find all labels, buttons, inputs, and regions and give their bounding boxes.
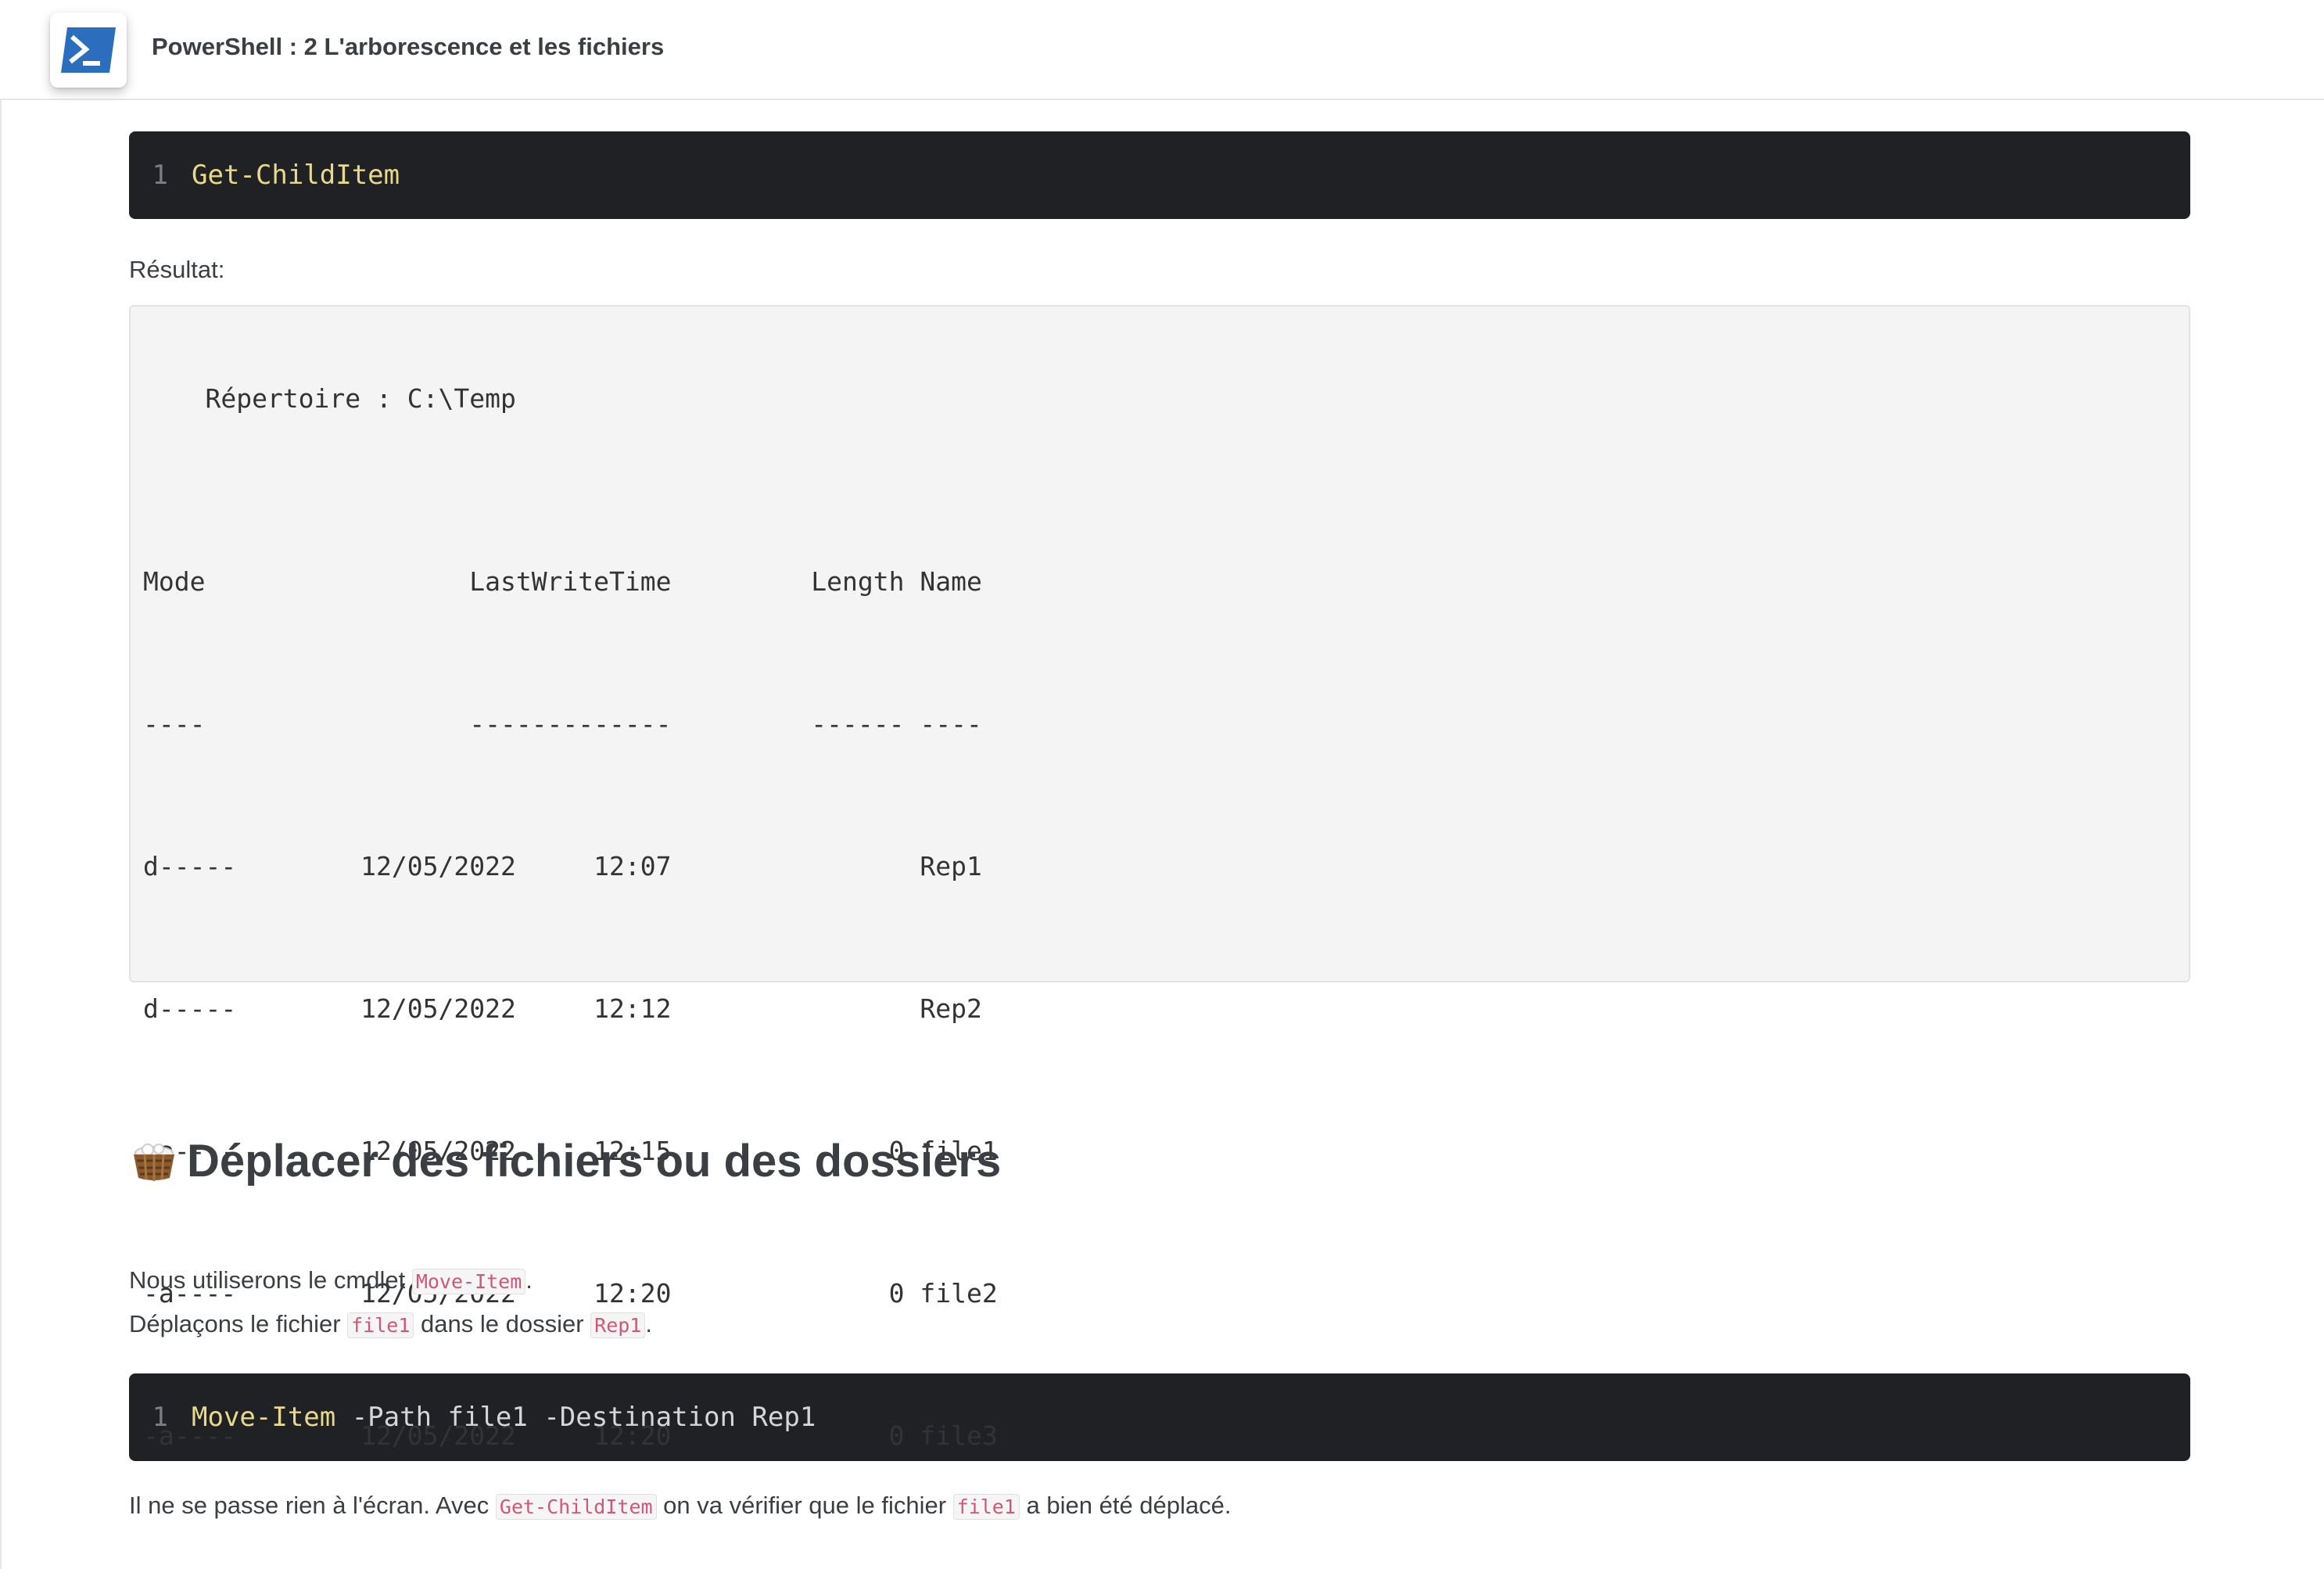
text: a bien été déplacé. [1019, 1492, 1232, 1519]
code-arguments: -Path file1 -Destination Rep1 [335, 1402, 816, 1433]
output-row: d----- 12/05/2022 12:07 Rep1 [143, 851, 982, 881]
code-command: Get-ChildItem [192, 160, 400, 191]
paragraph-cmdlet: Nous utiliserons le cmdlet Move-Item. [129, 1259, 2190, 1303]
result-label: Résultat: [129, 256, 225, 283]
page-title: PowerShell : 2 L'arborescence et les fic… [152, 33, 665, 60]
text: dans le dossier [414, 1310, 591, 1337]
paragraph-move-file: Déplaçons le fichier file1 dans le dossi… [129, 1303, 2190, 1347]
text: Il ne se passe rien à l'écran. Avec [129, 1492, 496, 1519]
inline-code: Rep1 [590, 1312, 646, 1338]
line-number: 1 [152, 160, 168, 191]
output-header-line: Mode LastWriteTime Length Name [143, 566, 982, 597]
left-divider [0, 100, 2, 1569]
inline-code: Get-ChildItem [495, 1494, 657, 1520]
command-output: Répertoire : C:\Temp Mode LastWriteTime … [129, 305, 2190, 1451]
text: on va vérifier que le fichier [656, 1492, 953, 1519]
powershell-logo-graphic [61, 27, 116, 73]
line-number: 1 [152, 1402, 168, 1433]
inline-code: Move-Item [411, 1269, 526, 1294]
main-content: 1 Get-ChildItem Résultat: Répertoire : C:… [129, 131, 2190, 1528]
section-heading: Déplacer des fichiers ou des dossiers [129, 1131, 2190, 1190]
basket-emoji-icon [129, 1136, 179, 1186]
top-bar: PowerShell : 2 L'arborescence et les fic… [0, 0, 2324, 100]
code-block-get-childitem[interactable]: 1 Get-ChildItem [129, 131, 2190, 219]
powershell-logo-icon[interactable] [50, 13, 127, 88]
output-row: d----- 12/05/2022 12:12 Rep2 [143, 993, 982, 1024]
output-directory-line: Répertoire : C:\Temp [143, 383, 516, 414]
text: Déplaçons le fichier [129, 1310, 348, 1337]
code-command: Move-Item [192, 1402, 336, 1433]
text: . [525, 1266, 533, 1294]
section-title-text: Déplacer des fichiers ou des dossiers [187, 1135, 1002, 1187]
output-separator-line: ---- ------------- ------ ---- [143, 709, 982, 739]
inline-code: file1 [952, 1494, 1020, 1520]
text: Nous utiliserons le cmdlet [129, 1266, 412, 1294]
inline-code: file1 [347, 1312, 414, 1338]
paragraph-verify: Il ne se passe rien à l'écran. Avec Get-… [129, 1485, 2190, 1528]
text: . [645, 1310, 652, 1337]
